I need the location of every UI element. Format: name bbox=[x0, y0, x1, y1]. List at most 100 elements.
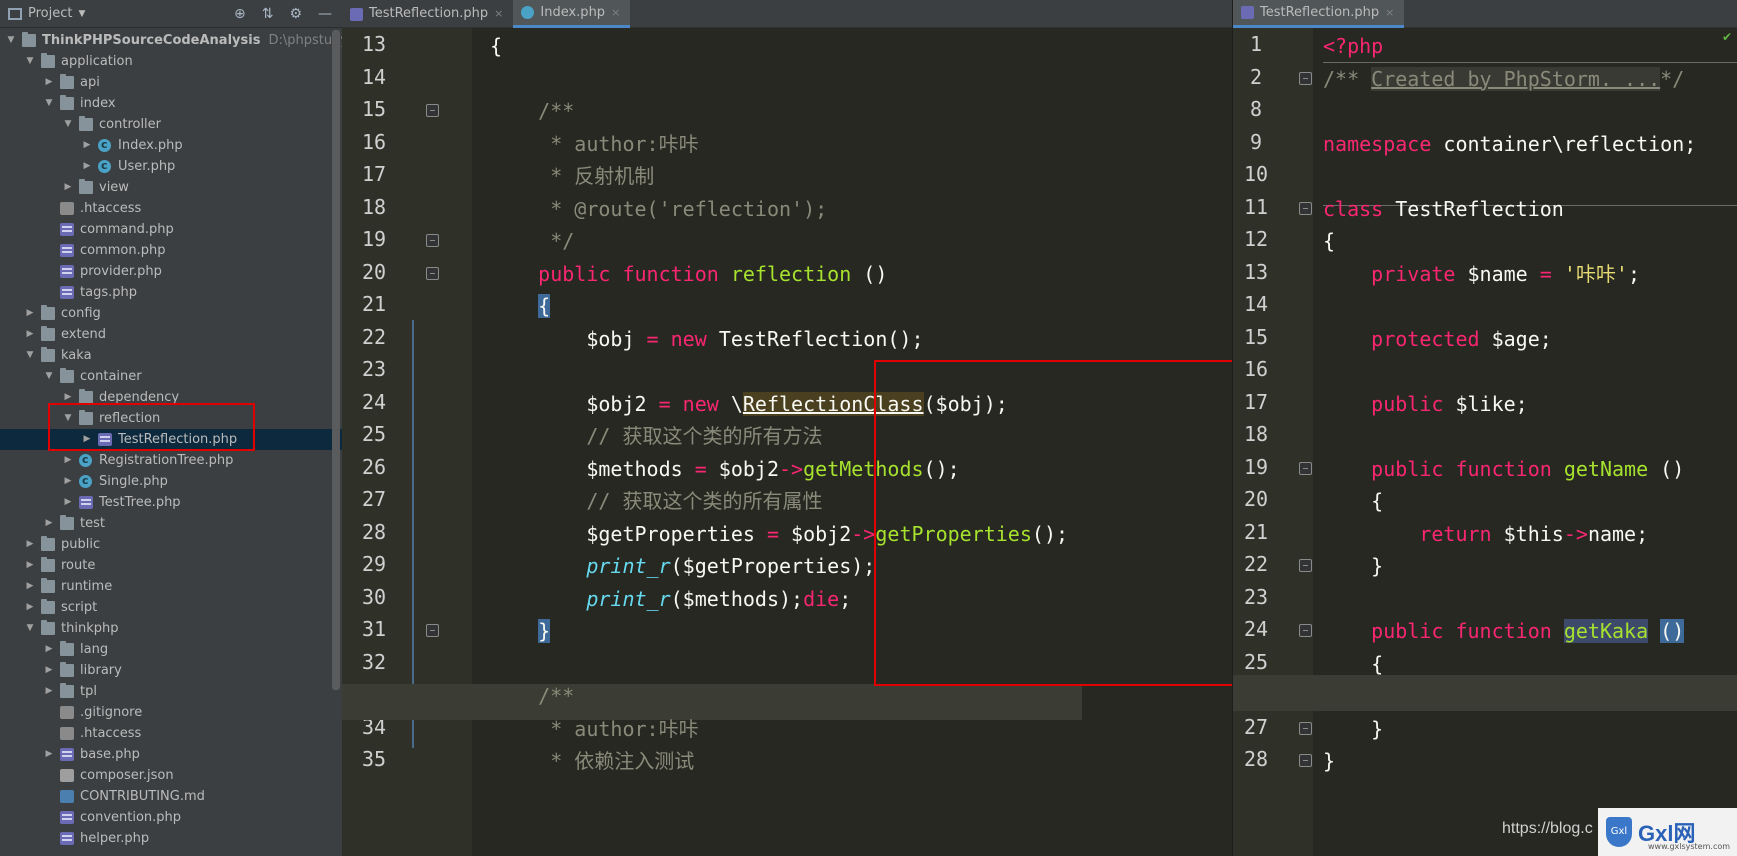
tree-file[interactable]: tags.php bbox=[0, 282, 342, 303]
fold-icon[interactable] bbox=[1299, 721, 1312, 735]
tree-file[interactable]: command.php bbox=[0, 219, 342, 240]
close-icon[interactable]: × bbox=[494, 0, 503, 28]
tree-folder[interactable]: ▶ route bbox=[0, 555, 342, 576]
chevron-right-icon[interactable]: ▶ bbox=[25, 576, 35, 597]
tree-folder[interactable]: ▼ index bbox=[0, 93, 342, 114]
collapse-icon[interactable]: ⇅ bbox=[262, 6, 274, 22]
close-icon[interactable]: × bbox=[1385, 0, 1394, 27]
chevron-down-icon[interactable]: ▼ bbox=[44, 93, 54, 114]
chevron-down-icon[interactable]: ▼ bbox=[78, 9, 85, 19]
tree-folder[interactable]: ▶ extend bbox=[0, 324, 342, 345]
tree-file[interactable]: .htaccess bbox=[0, 198, 342, 219]
tree-folder[interactable]: ▶ api bbox=[0, 72, 342, 93]
tree-folder[interactable]: ▼ ThinkPHPSourceCodeAnalysisD:\phpstudy_p… bbox=[0, 30, 342, 51]
tree-folder[interactable]: ▶ lang bbox=[0, 639, 342, 660]
chevron-down-icon[interactable]: ▼ bbox=[25, 618, 35, 639]
tree-file[interactable]: provider.php bbox=[0, 261, 342, 282]
fold-icon[interactable] bbox=[426, 624, 439, 637]
tree-label: runtime bbox=[61, 579, 113, 594]
chevron-right-icon[interactable]: ▶ bbox=[44, 660, 54, 681]
tree-folder[interactable]: ▶ tpl bbox=[0, 681, 342, 702]
tree-label: tpl bbox=[80, 684, 97, 699]
editor-tab[interactable]: TestReflection.php × bbox=[1233, 0, 1405, 28]
tree-file[interactable]: composer.json bbox=[0, 765, 342, 786]
chevron-right-icon[interactable]: ▶ bbox=[25, 555, 35, 576]
fold-icon[interactable] bbox=[426, 104, 439, 117]
file-icon bbox=[98, 134, 111, 155]
fold-icon[interactable] bbox=[1299, 754, 1312, 767]
gear-icon[interactable]: ⚙ bbox=[289, 6, 302, 22]
tree-folder[interactable]: ▼ kaka bbox=[0, 345, 342, 366]
tree-file[interactable]: .gitignore bbox=[0, 702, 342, 723]
code-token: new bbox=[670, 326, 719, 351]
tree-file[interactable]: ▶ RegistrationTree.php bbox=[0, 449, 342, 471]
code-line: { bbox=[490, 28, 502, 64]
tree-folder[interactable]: ▶ test bbox=[0, 513, 342, 534]
tree-file[interactable]: ▶ TestTree.php bbox=[0, 492, 342, 513]
tree-file[interactable]: helper.php bbox=[0, 828, 342, 849]
editor-tab[interactable]: Index.php × bbox=[513, 0, 631, 28]
tree-file[interactable]: .htaccess bbox=[0, 723, 342, 744]
tree-folder[interactable]: ▼ controller bbox=[0, 114, 342, 135]
code-token: * @route('reflection'); bbox=[490, 196, 828, 221]
chevron-down-icon[interactable]: ▼ bbox=[6, 30, 16, 51]
chevron-right-icon[interactable]: ▶ bbox=[63, 177, 73, 198]
code-line: namespace container\reflection; bbox=[1323, 126, 1696, 162]
project-title[interactable]: Project bbox=[28, 6, 72, 21]
tree-folder[interactable]: ▶ public bbox=[0, 534, 342, 555]
tree-file[interactable]: ▶ Index.php bbox=[0, 134, 342, 156]
line-number: 30 bbox=[361, 584, 387, 609]
code-token: \ bbox=[730, 391, 743, 416]
close-icon[interactable]: × bbox=[611, 0, 620, 27]
chevron-right-icon[interactable]: ▶ bbox=[44, 513, 54, 534]
chevron-down-icon[interactable]: ▼ bbox=[63, 114, 73, 135]
tree-folder[interactable]: ▶ script bbox=[0, 597, 342, 618]
chevron-right-icon[interactable]: ▶ bbox=[44, 681, 54, 702]
chevron-right-icon[interactable]: ▶ bbox=[82, 135, 92, 156]
chevron-right-icon[interactable]: ▶ bbox=[63, 492, 73, 513]
chevron-down-icon[interactable]: ▼ bbox=[25, 345, 35, 366]
project-view-icon[interactable] bbox=[8, 7, 22, 20]
chevron-down-icon[interactable]: ▼ bbox=[25, 51, 35, 72]
fold-icon[interactable] bbox=[1299, 559, 1312, 572]
tree-folder[interactable]: ▶ config bbox=[0, 303, 342, 324]
file-icon bbox=[60, 727, 74, 740]
minimize-icon[interactable]: — bbox=[318, 6, 332, 22]
fold-icon[interactable] bbox=[426, 234, 439, 247]
tree-file[interactable]: convention.php bbox=[0, 807, 342, 828]
fold-icon[interactable] bbox=[426, 266, 439, 280]
chevron-right-icon[interactable]: ▶ bbox=[63, 471, 73, 492]
tree-folder[interactable]: ▼ application bbox=[0, 51, 342, 72]
editor-tab[interactable]: TestReflection.php × bbox=[342, 0, 513, 28]
locate-icon[interactable]: ⊕ bbox=[234, 6, 246, 22]
tree-folder[interactable]: ▶ library bbox=[0, 660, 342, 681]
tree-file[interactable]: CONTRIBUTING.md bbox=[0, 786, 342, 807]
chevron-right-icon[interactable]: ▶ bbox=[25, 324, 35, 345]
chevron-right-icon[interactable]: ▶ bbox=[44, 72, 54, 93]
tree-file[interactable]: ▶ base.php bbox=[0, 744, 342, 765]
chevron-right-icon[interactable]: ▶ bbox=[44, 639, 54, 660]
fold-icon[interactable] bbox=[1299, 201, 1312, 215]
tree-file[interactable]: ▶ Single.php bbox=[0, 470, 342, 492]
tree-folder[interactable]: ▶ runtime bbox=[0, 576, 342, 597]
chevron-right-icon[interactable]: ▶ bbox=[63, 450, 73, 471]
tree-file[interactable]: ▶ User.php bbox=[0, 155, 342, 177]
project-scrollbar[interactable] bbox=[332, 30, 340, 690]
tree-label: command.php bbox=[80, 222, 174, 237]
code-line: } bbox=[490, 613, 551, 649]
chevron-right-icon[interactable]: ▶ bbox=[25, 303, 35, 324]
fold-icon[interactable] bbox=[1299, 624, 1312, 637]
fold-icon[interactable] bbox=[1299, 461, 1312, 475]
tree-folder[interactable]: ▼ thinkphp bbox=[0, 618, 342, 639]
tree-file[interactable]: common.php bbox=[0, 240, 342, 261]
chevron-right-icon[interactable]: ▶ bbox=[25, 534, 35, 555]
tree-label: test bbox=[80, 516, 105, 531]
fold-icon[interactable] bbox=[1299, 71, 1312, 85]
chevron-right-icon[interactable]: ▶ bbox=[25, 597, 35, 618]
chevron-right-icon[interactable]: ▶ bbox=[44, 744, 54, 765]
tree-folder[interactable]: ▶ view bbox=[0, 177, 342, 198]
line-number: 13 bbox=[1243, 259, 1269, 284]
chevron-down-icon[interactable]: ▼ bbox=[44, 366, 54, 387]
chevron-right-icon[interactable]: ▶ bbox=[82, 156, 92, 177]
tree-folder[interactable]: ▼ container bbox=[0, 366, 342, 387]
